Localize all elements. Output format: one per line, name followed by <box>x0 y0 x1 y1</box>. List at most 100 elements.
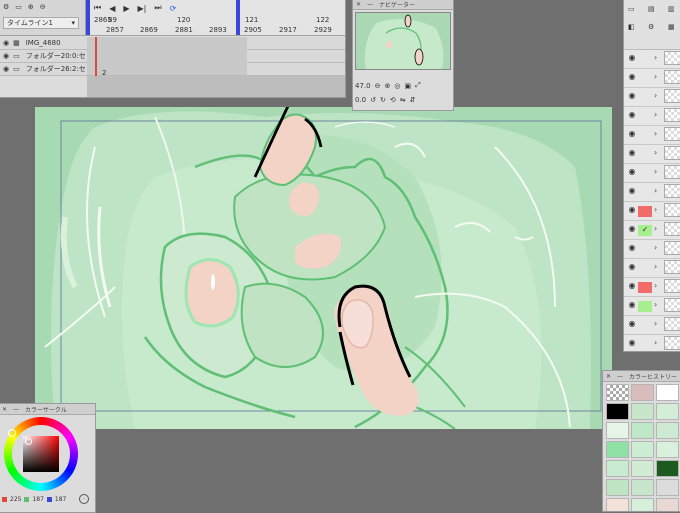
eye-icon[interactable]: ◉ <box>3 65 9 73</box>
layer-row[interactable]: ◉ › <box>624 182 680 202</box>
expand-chevron-icon[interactable]: › <box>654 243 657 252</box>
expand-chevron-icon[interactable]: › <box>654 186 657 195</box>
minimize-icon[interactable]: — <box>367 1 373 8</box>
rotation-value[interactable]: 0.0 <box>355 96 366 104</box>
go-first-icon[interactable]: ⏮ <box>94 3 101 13</box>
layer-row[interactable]: ◉ › <box>624 49 680 69</box>
layer-color-tag[interactable] <box>638 111 652 122</box>
zoom-in-icon[interactable]: ⊕ <box>384 82 390 90</box>
actual-size-icon[interactable]: ▣ <box>404 82 411 90</box>
eye-icon[interactable]: ◉ <box>627 319 637 329</box>
color-swatch[interactable] <box>631 384 654 401</box>
layer-color-tag[interactable] <box>638 244 652 255</box>
new-timeline-icon[interactable]: ▭ <box>15 3 22 11</box>
green-value[interactable]: 187 <box>32 496 43 503</box>
layer-row[interactable]: ◉ › <box>624 68 680 88</box>
zoom-out-icon[interactable]: ⊖ <box>40 3 46 11</box>
new-folder-icon[interactable]: ▤ <box>648 5 655 13</box>
color-swatch[interactable] <box>631 441 654 458</box>
layer-color-tag[interactable] <box>638 339 652 350</box>
layer-color-tag[interactable] <box>638 320 652 331</box>
color-swatch[interactable] <box>606 441 629 458</box>
eye-icon[interactable]: ◉ <box>627 281 637 291</box>
eye-icon[interactable]: ◉ <box>627 243 637 253</box>
flip-vertical-icon[interactable]: ⇵ <box>410 96 416 104</box>
more-icon[interactable]: ▦ <box>668 23 675 31</box>
layer-row[interactable]: ◉ › <box>624 334 680 351</box>
transparent-swatch[interactable] <box>606 384 629 401</box>
color-swatch[interactable] <box>631 403 654 420</box>
layer-row[interactable]: ◉ › <box>624 201 680 221</box>
loop-icon[interactable]: ⟳ <box>170 3 177 13</box>
color-swatch[interactable] <box>606 422 629 439</box>
color-swatch[interactable] <box>606 479 629 496</box>
color-swatch[interactable] <box>656 479 679 496</box>
prev-frame-icon[interactable]: ◀ <box>109 3 115 13</box>
layer-row[interactable]: ◉ › <box>624 125 680 145</box>
expand-chevron-icon[interactable]: › <box>654 262 657 271</box>
layer-color-tag[interactable] <box>638 168 652 179</box>
eye-icon[interactable]: ◉ <box>627 110 637 120</box>
eye-icon[interactable]: ◉ <box>627 186 637 196</box>
reset-rotation-icon[interactable]: ⟲ <box>390 96 396 104</box>
expand-chevron-icon[interactable]: › <box>654 148 657 157</box>
minimize-icon[interactable]: — <box>13 406 19 413</box>
color-swatch[interactable] <box>656 441 679 458</box>
layer-row[interactable]: ◉ › <box>624 239 680 259</box>
eye-icon[interactable]: ◉ <box>627 148 637 158</box>
red-value[interactable]: 225 <box>10 496 21 503</box>
eye-icon[interactable]: ◉ <box>3 52 9 60</box>
expand-chevron-icon[interactable]: › <box>654 281 657 290</box>
layer-row[interactable]: ◉ › <box>624 277 680 297</box>
close-icon[interactable]: ✕ <box>356 1 361 8</box>
color-swatch[interactable] <box>606 403 629 420</box>
eye-icon[interactable]: ◉ <box>627 205 637 215</box>
timeline-select[interactable]: タイムライン1 ▾ <box>3 17 79 29</box>
expand-chevron-icon[interactable]: › <box>654 338 657 347</box>
layer-color-tag[interactable] <box>638 206 652 217</box>
layer-color-tag[interactable] <box>638 130 652 141</box>
eye-icon[interactable]: ◉ <box>3 39 9 47</box>
eye-icon[interactable]: ◉ <box>627 72 637 82</box>
expand-chevron-icon[interactable]: › <box>654 205 657 214</box>
color-swatch[interactable] <box>631 479 654 496</box>
layer-color-tag[interactable]: ✓ <box>638 225 652 236</box>
settings-icon[interactable]: ⚙ <box>3 3 9 11</box>
eye-icon[interactable]: ◉ <box>627 262 637 272</box>
timeline-ruler[interactable]: ⏮ ◀ ▶ ▶| ⏭ ⟳ 2865 89 120 121 122 2857 28… <box>86 0 345 35</box>
layer-mask-icon[interactable]: ◧ <box>628 23 635 31</box>
color-swatch[interactable] <box>656 403 679 420</box>
expand-chevron-icon[interactable]: › <box>654 91 657 100</box>
minimize-icon[interactable]: — <box>617 373 623 380</box>
settings-icon[interactable]: ⚙ <box>648 23 654 31</box>
rotate-left-icon[interactable]: ↺ <box>370 96 376 104</box>
close-icon[interactable]: ✕ <box>2 406 7 413</box>
layer-row[interactable]: ◉ › <box>624 163 680 183</box>
expand-chevron-icon[interactable]: › <box>654 72 657 81</box>
layer-color-tag[interactable] <box>638 149 652 160</box>
timeline-track-area[interactable] <box>87 37 247 75</box>
zoom-out-icon[interactable]: ⊖ <box>375 82 381 90</box>
delete-icon[interactable]: ▥ <box>668 5 675 13</box>
color-swatch[interactable] <box>606 460 629 477</box>
navigator-preview[interactable] <box>355 12 451 70</box>
color-swatch[interactable] <box>631 498 654 511</box>
play-icon[interactable]: ▶ <box>123 3 129 13</box>
layer-row[interactable]: ◉ › <box>624 87 680 107</box>
layer-row[interactable]: ◉ ✓ › <box>624 220 680 240</box>
expand-chevron-icon[interactable]: › <box>654 129 657 138</box>
layer-row[interactable]: ◉ › <box>624 144 680 164</box>
color-swatch[interactable] <box>656 460 679 477</box>
layer-row[interactable]: ◉ › <box>624 315 680 335</box>
expand-chevron-icon[interactable]: › <box>654 319 657 328</box>
drawing-canvas[interactable] <box>35 107 612 429</box>
color-swatch[interactable] <box>631 422 654 439</box>
layer-color-tag[interactable] <box>638 54 652 65</box>
layer-row[interactable]: ◉ › <box>624 106 680 126</box>
eye-icon[interactable]: ◉ <box>627 300 637 310</box>
eye-icon[interactable]: ◉ <box>627 224 637 234</box>
saturation-value-square[interactable] <box>23 436 59 472</box>
zoom-in-icon[interactable]: ⊕ <box>28 3 34 11</box>
layer-color-tag[interactable] <box>638 187 652 198</box>
eye-icon[interactable]: ◉ <box>627 91 637 101</box>
